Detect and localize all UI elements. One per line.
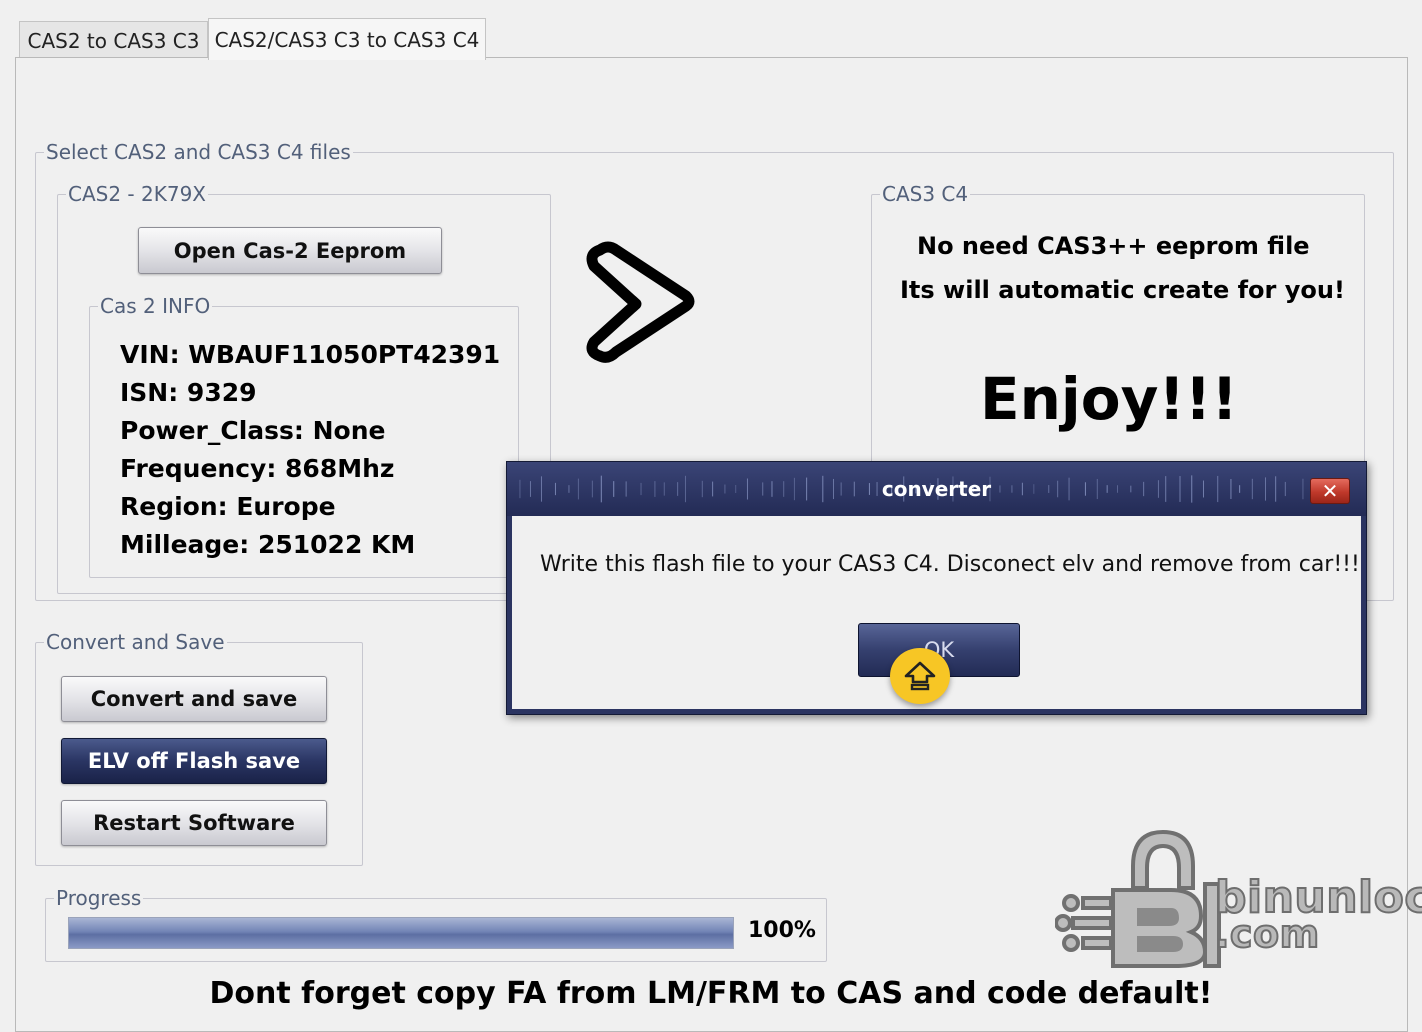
cursor-indicator bbox=[890, 648, 950, 704]
watermark-domain: .com bbox=[1214, 911, 1320, 957]
close-icon: ✕ bbox=[1321, 479, 1339, 503]
dialog-message: Write this flash file to your CAS3 C4. D… bbox=[540, 552, 1360, 577]
progress-fill bbox=[69, 918, 733, 948]
dialog-title: converter bbox=[881, 477, 992, 501]
tab-label: CAS2/CAS3 C3 to CAS3 C4 bbox=[214, 27, 480, 52]
no-need-message: No need CAS3++ eeprom file bbox=[917, 232, 1310, 260]
convert-and-save-button[interactable]: Convert and save bbox=[61, 676, 327, 722]
tab-cas2-cas3-c3-to-cas3-c4[interactable]: CAS2/CAS3 C3 to CAS3 C4 bbox=[208, 18, 486, 60]
tab-label: CAS2 to CAS3 C3 bbox=[27, 28, 200, 53]
enjoy-message: Enjoy!!! bbox=[980, 365, 1238, 433]
cas3-c4-legend: CAS3 C4 bbox=[880, 181, 971, 207]
isn-value: ISN: 9329 bbox=[120, 378, 257, 407]
home-up-icon bbox=[904, 661, 936, 691]
chevron-right-icon bbox=[586, 241, 695, 363]
open-cas2-eeprom-button[interactable]: Open Cas-2 Eeprom bbox=[138, 227, 442, 274]
tab-cas2-to-cas3-c3[interactable]: CAS2 to CAS3 C3 bbox=[19, 21, 208, 59]
convert-save-legend: Convert and Save bbox=[44, 629, 227, 655]
region-value: Region: Europe bbox=[120, 492, 336, 521]
cas2-info-legend: Cas 2 INFO bbox=[98, 293, 213, 319]
restart-software-button[interactable]: Restart Software bbox=[61, 800, 327, 846]
power-class-value: Power_Class: None bbox=[120, 416, 386, 445]
footer-reminder: Dont forget copy FA from LM/FRM to CAS a… bbox=[209, 976, 1213, 1011]
cas2-legend: CAS2 - 2K79X bbox=[66, 181, 208, 207]
progress-percent: 100% bbox=[748, 918, 816, 943]
milleage-value: Milleage: 251022 KM bbox=[120, 530, 416, 559]
convert-and-save-label: Convert and save bbox=[90, 687, 298, 711]
vin-value: VIN: WBAUF11050PT42391 bbox=[120, 340, 501, 369]
frequency-value: Frequency: 868Mhz bbox=[120, 454, 395, 483]
progress-bar bbox=[68, 917, 734, 949]
select-files-legend: Select CAS2 and CAS3 C4 files bbox=[44, 139, 353, 165]
restart-software-label: Restart Software bbox=[93, 811, 295, 835]
dialog-titlebar[interactable]: converter ✕ bbox=[507, 462, 1366, 516]
open-cas2-eeprom-label: Open Cas-2 Eeprom bbox=[173, 238, 407, 263]
auto-create-message: Its will automatic create for you! bbox=[900, 276, 1345, 304]
close-button[interactable]: ✕ bbox=[1310, 478, 1350, 504]
elv-off-flash-save-button[interactable]: ELV off Flash save bbox=[61, 738, 327, 784]
elv-off-flash-save-label: ELV off Flash save bbox=[87, 749, 301, 773]
progress-legend: Progress bbox=[54, 885, 144, 911]
